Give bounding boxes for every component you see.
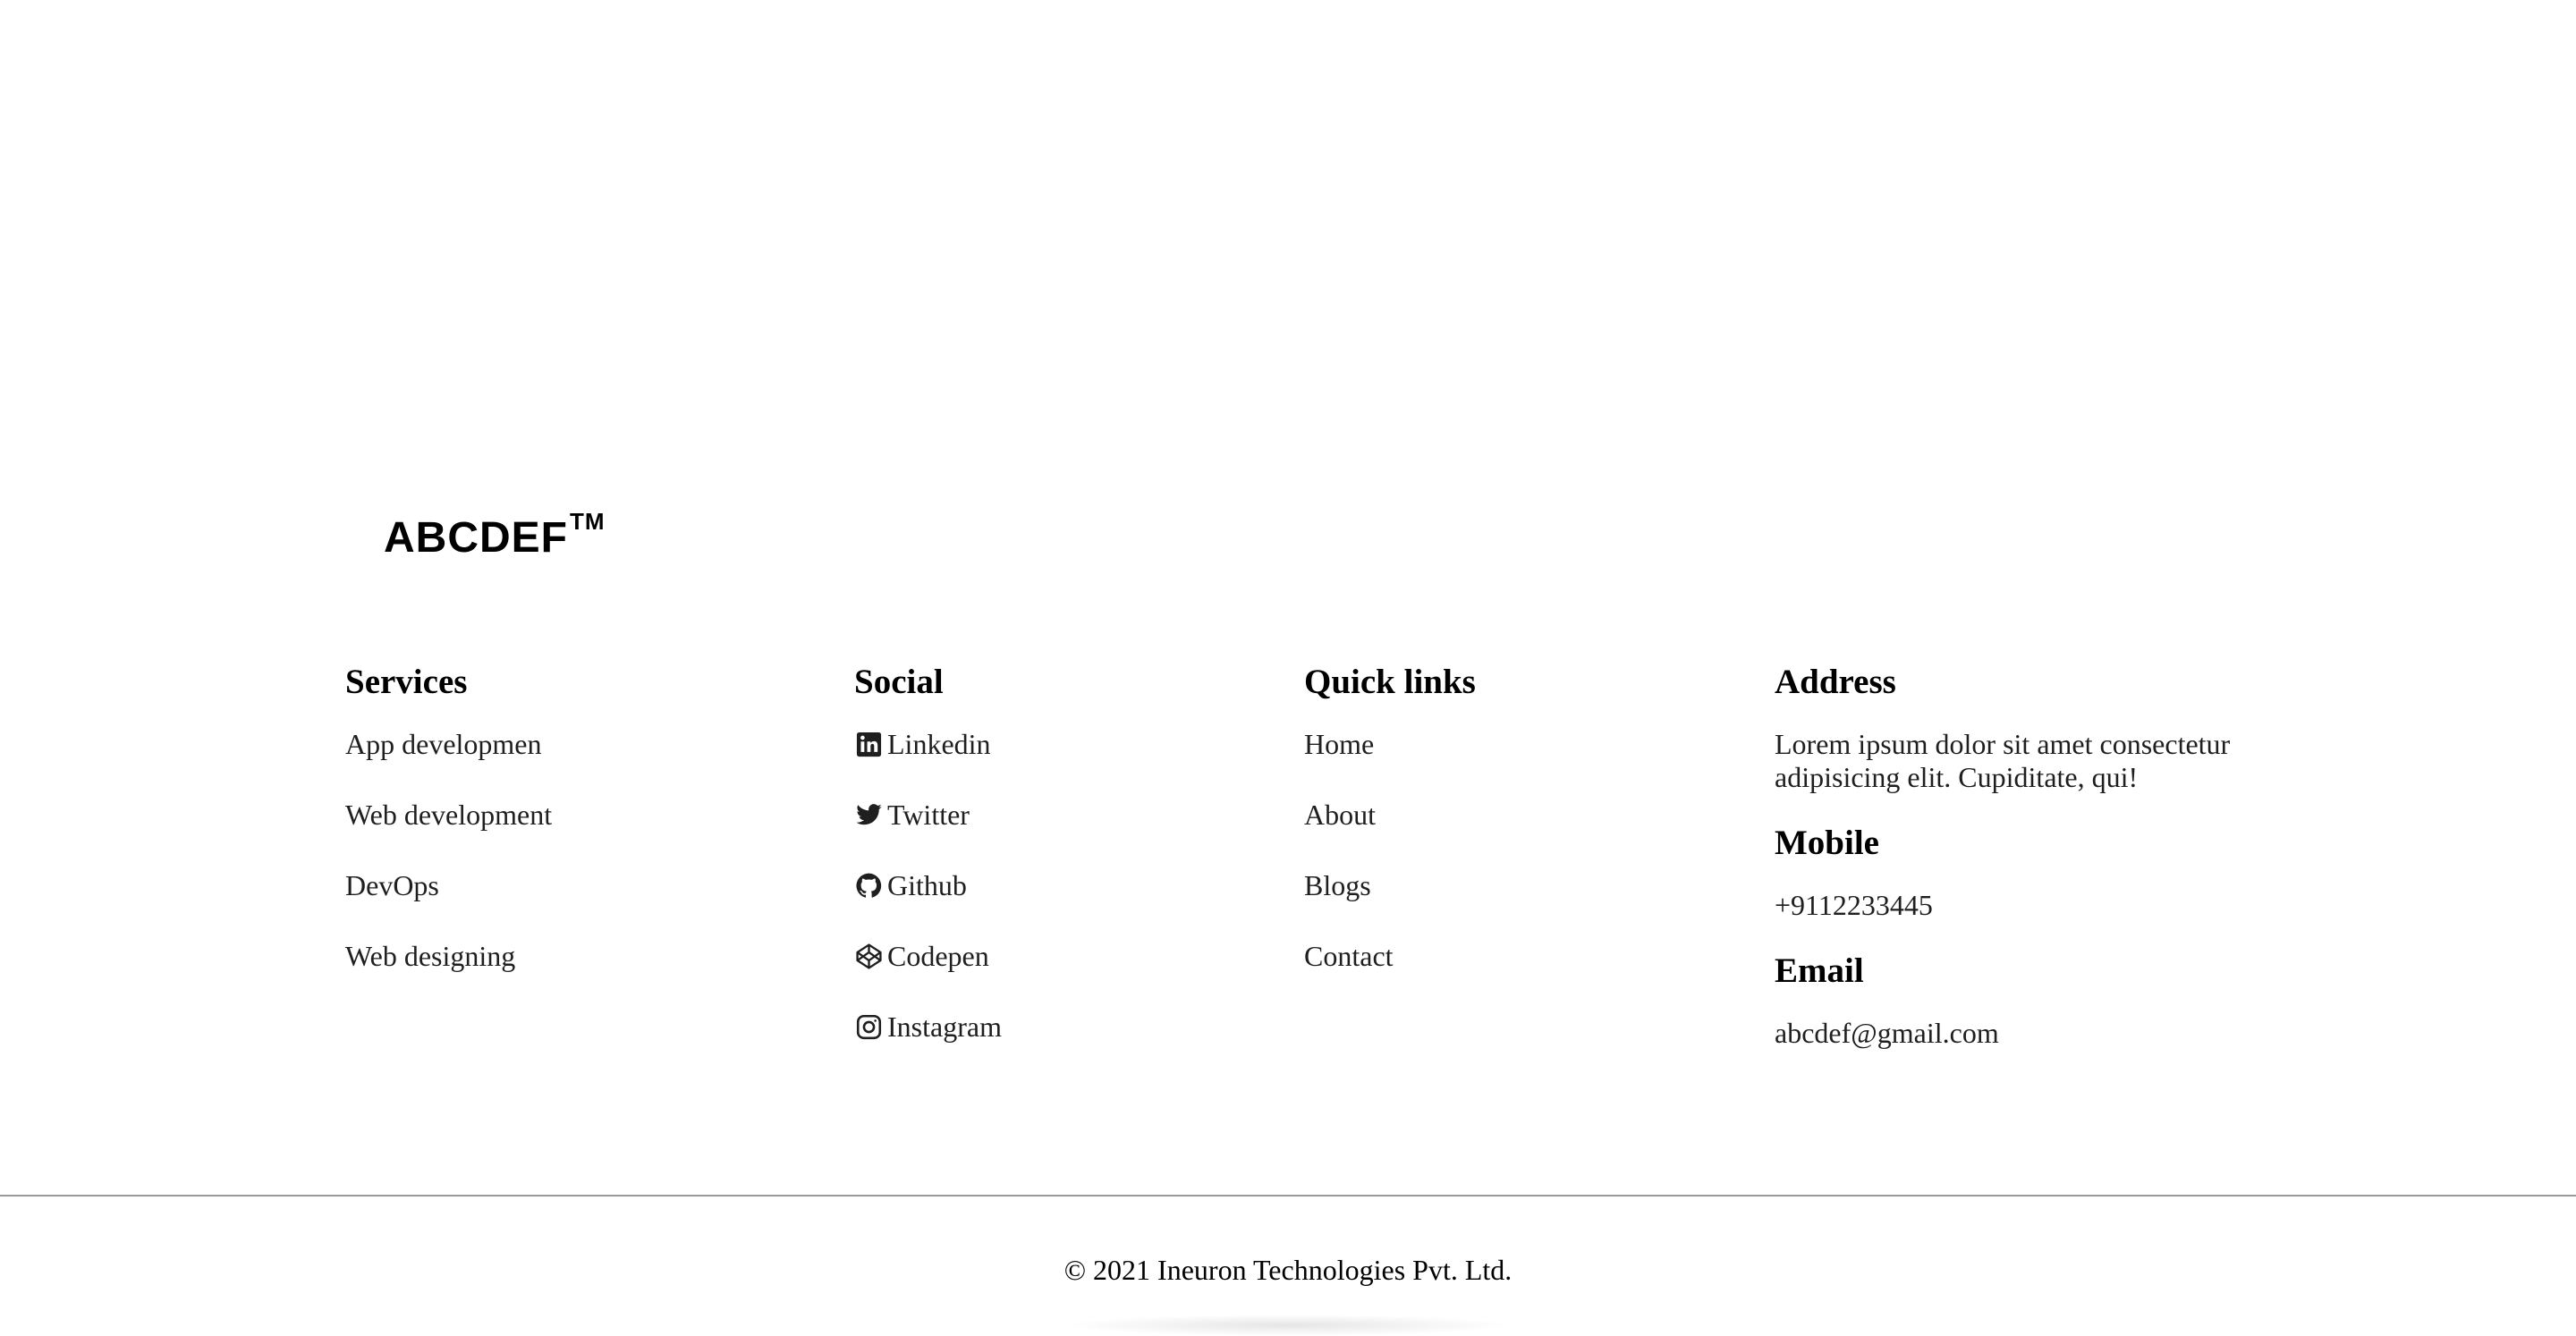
quick-links-column: Quick links Home About Blogs Contact — [1304, 658, 1476, 1010]
social-list: Linkedin Twitter Github Codepen Instagra… — [854, 728, 1002, 1043]
social-link-github[interactable]: Github — [854, 869, 1002, 901]
address-text: Lorem ipsum dolor sit amet consectetur a… — [1775, 728, 2231, 793]
service-link-devops[interactable]: DevOps — [345, 869, 552, 901]
quick-link-home[interactable]: Home — [1304, 728, 1476, 760]
copyright-shadow — [1064, 1315, 1512, 1336]
quick-links-list: Home About Blogs Contact — [1304, 728, 1476, 972]
social-label: Linkedin — [887, 728, 991, 760]
service-link-web-development[interactable]: Web development — [345, 799, 552, 831]
social-link-twitter[interactable]: Twitter — [854, 799, 1002, 831]
social-column: Social Linkedin Twitter Github Codepen I… — [854, 658, 1002, 1081]
social-link-linkedin[interactable]: Linkedin — [854, 728, 1002, 760]
services-column: Services App developmen Web development … — [345, 658, 552, 1010]
codepen-icon — [854, 942, 884, 971]
copyright-text: © 2021 Ineuron Technologies Pvt. Ltd. — [1063, 1254, 1513, 1286]
mobile-heading: Mobile — [1775, 824, 1879, 862]
services-heading: Services — [345, 663, 468, 701]
address-heading: Address — [1775, 663, 1896, 701]
service-link-web-designing[interactable]: Web designing — [345, 940, 552, 972]
social-label: Instagram — [887, 1010, 1002, 1043]
quick-link-blogs[interactable]: Blogs — [1304, 869, 1476, 901]
email-heading: Email — [1775, 951, 1864, 990]
trademark-mark: TM — [570, 508, 606, 535]
contact-column: Address Lorem ipsum dolor sit amet conse… — [1775, 658, 2275, 1050]
social-heading: Social — [854, 663, 944, 701]
social-label: Github — [887, 869, 967, 901]
quick-link-contact[interactable]: Contact — [1304, 940, 1476, 972]
social-link-codepen[interactable]: Codepen — [854, 940, 1002, 972]
quick-links-heading: Quick links — [1304, 663, 1476, 701]
brand-logo[interactable]: ABCDEFTM — [384, 510, 606, 562]
mobile-number: +9112233445 — [1775, 889, 1933, 921]
services-list: App developmen Web development DevOps We… — [345, 728, 552, 972]
quick-link-about[interactable]: About — [1304, 799, 1476, 831]
social-link-instagram[interactable]: Instagram — [854, 1010, 1002, 1043]
email-address: abcdef@gmail.com — [1775, 1017, 1999, 1049]
linkedin-icon — [854, 730, 884, 759]
service-link-app-development[interactable]: App developmen — [345, 728, 552, 760]
brand-name: ABCDEF — [384, 514, 568, 562]
social-label: Twitter — [887, 799, 970, 831]
social-label: Codepen — [887, 940, 989, 972]
github-icon — [854, 871, 884, 901]
footer-divider — [0, 1195, 2576, 1196]
instagram-icon — [854, 1012, 884, 1042]
twitter-icon — [854, 800, 884, 830]
